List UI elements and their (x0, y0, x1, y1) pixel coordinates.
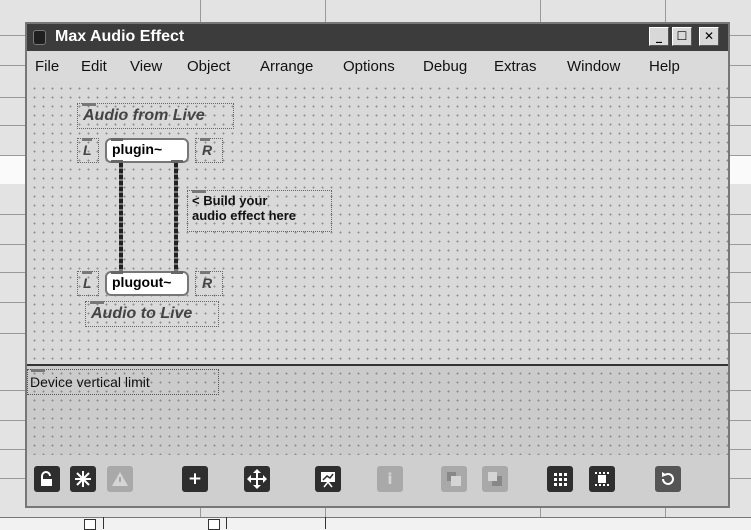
out-of-device-area[interactable]: Device vertical limit (27, 366, 728, 455)
object-text: plugout~ (112, 274, 172, 290)
menu-object[interactable]: Object (187, 58, 230, 75)
lock-icon[interactable] (34, 466, 60, 492)
menu-file[interactable]: File (35, 58, 59, 75)
minimize-button[interactable]: _ (649, 27, 669, 46)
comment-text: Audio from Live (83, 107, 205, 124)
menu-view[interactable]: View (130, 58, 162, 75)
inlet-port (200, 138, 210, 141)
comment-audio-from-live[interactable]: Audio from Live (77, 103, 234, 129)
comment-right-out[interactable]: R (195, 271, 223, 296)
channel-label: L (83, 142, 92, 158)
presentation-icon[interactable] (315, 466, 341, 492)
menu-options[interactable]: Options (343, 58, 395, 75)
menu-extras[interactable]: Extras (494, 58, 537, 75)
comment-build-effect[interactable]: < Build your audio effect here (187, 190, 332, 232)
patch-cord-right[interactable] (174, 163, 178, 273)
channel-label: L (83, 275, 92, 291)
menu-window[interactable]: Window (567, 58, 620, 75)
zoom-reset-icon[interactable] (655, 466, 681, 492)
inlet-port (111, 138, 123, 141)
menu-debug[interactable]: Debug (423, 58, 467, 75)
comment-left-out[interactable]: L (77, 271, 99, 296)
channel-label: R (202, 142, 213, 158)
bg-divider (103, 517, 104, 529)
menu-arrange[interactable]: Arrange (260, 58, 313, 75)
device-vertical-limit-comment[interactable]: Device vertical limit (27, 369, 219, 395)
patcher-canvas[interactable]: Audio from Live L plugin~ R < Build your… (27, 81, 728, 364)
window-title: Max Audio Effect (55, 28, 185, 45)
plugout-object[interactable]: plugout~ (105, 271, 189, 296)
object-text: plugin~ (112, 141, 163, 157)
move-arrows-icon[interactable] (244, 466, 270, 492)
menu-help[interactable]: Help (649, 58, 680, 75)
live-bottom-bar (0, 517, 751, 530)
bg-divider (226, 517, 227, 529)
note-line: audio effect here (192, 208, 297, 223)
note-line: < Build your (192, 193, 268, 208)
snowflake-icon[interactable] (70, 466, 96, 492)
max-window: Max Audio Effect _ ☐ ✕ File Edit View Ob… (25, 22, 730, 508)
plugin-object[interactable]: plugin~ (105, 138, 189, 163)
inlet-port (111, 271, 123, 274)
patcher-toolbar: + i (27, 455, 728, 506)
comment-audio-to-live[interactable]: Audio to Live (85, 301, 219, 327)
grid-icon[interactable] (547, 466, 573, 492)
patch-cord-left[interactable] (119, 163, 123, 273)
menu-edit[interactable]: Edit (81, 58, 107, 75)
inlet-port (82, 138, 92, 141)
warning-icon[interactable] (107, 466, 133, 492)
comment-right-in[interactable]: R (195, 138, 223, 163)
inlet-port (82, 103, 96, 106)
bg-divider (325, 517, 326, 529)
info-icon[interactable]: i (377, 466, 403, 492)
inlet-port (31, 369, 45, 372)
layer-back-icon[interactable] (482, 466, 508, 492)
menu-bar: File Edit View Object Arrange Options De… (27, 51, 728, 81)
maximize-button[interactable]: ☐ (672, 27, 692, 46)
app-icon (33, 30, 46, 45)
comment-text: Audio to Live (91, 305, 193, 322)
close-button[interactable]: ✕ (699, 27, 719, 46)
inlet-port (200, 271, 210, 274)
inlet-port (82, 271, 92, 274)
fold-icon[interactable] (84, 519, 96, 530)
title-bar[interactable]: Max Audio Effect _ ☐ ✕ (27, 24, 728, 51)
inlet-port (90, 301, 104, 304)
snap-grid-icon[interactable] (589, 466, 615, 492)
comment-text: Device vertical limit (30, 374, 150, 390)
add-object-icon[interactable]: + (182, 466, 208, 492)
inlet-port (171, 271, 183, 274)
channel-label: R (202, 275, 213, 291)
comment-left-in[interactable]: L (77, 138, 99, 163)
fold-icon[interactable] (208, 519, 220, 530)
layer-front-icon[interactable] (441, 466, 467, 492)
inlet-port (192, 190, 206, 193)
